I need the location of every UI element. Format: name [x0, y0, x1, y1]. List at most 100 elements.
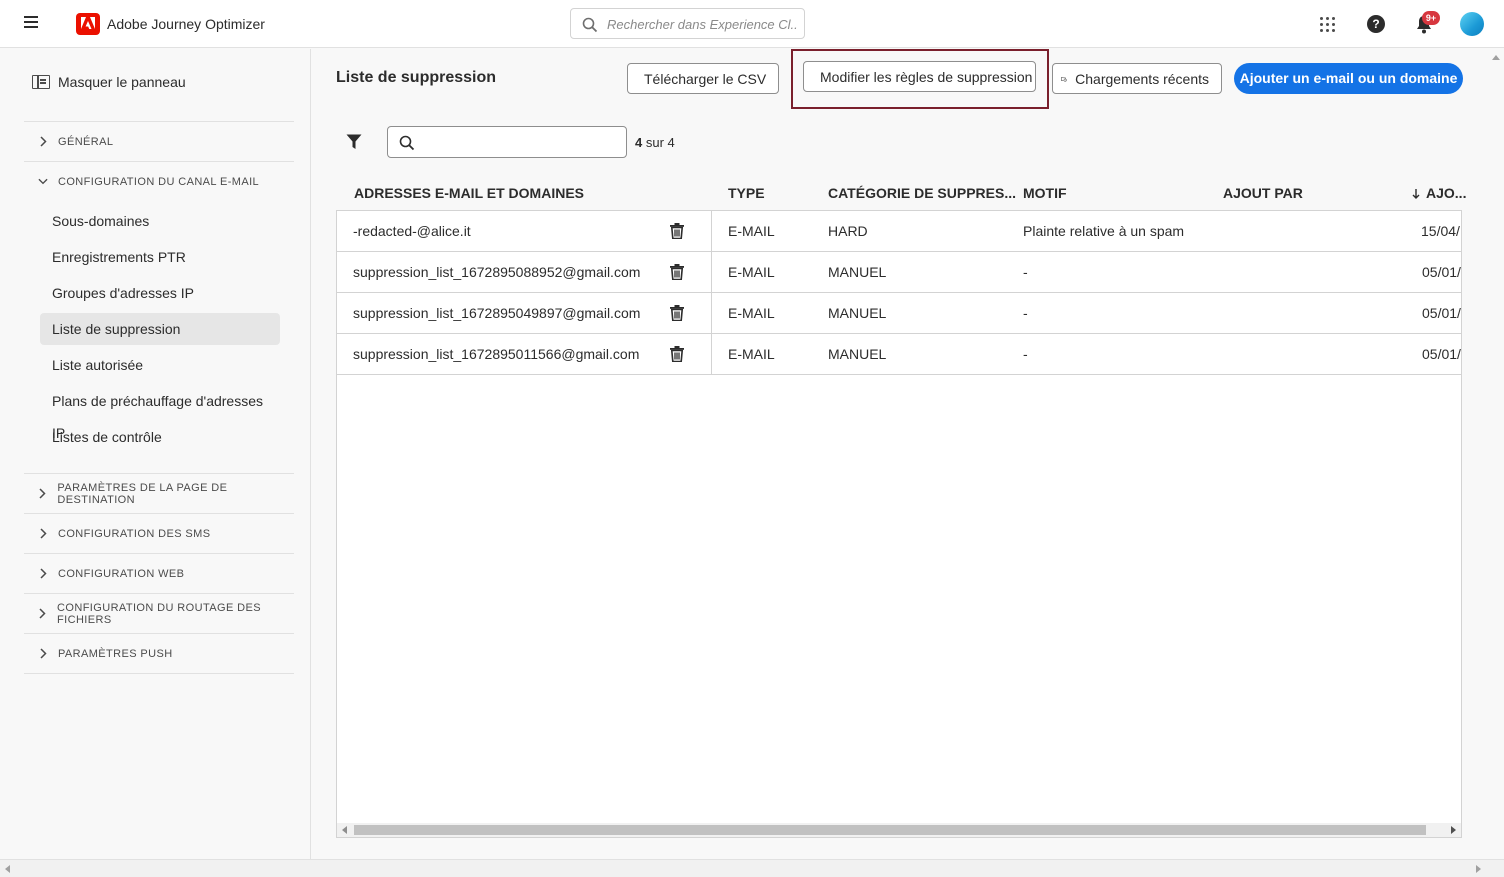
cell-added-on: 15/04/...: [1421, 223, 1461, 239]
section-file-routing[interactable]: CONFIGURATION DU ROUTAGE DES FICHIERS: [24, 593, 294, 633]
panel-icon: [32, 75, 50, 89]
sidebar-item-ip-warmup-plans[interactable]: Plans de préchauffage d'adresses IP: [40, 385, 280, 441]
main-content: Liste de suppression Télécharger le CSV …: [312, 49, 1488, 859]
cell-category: MANUEL: [828, 264, 887, 280]
horizontal-scrollbar[interactable]: [337, 823, 1461, 837]
notification-badge: 9+: [1422, 11, 1440, 25]
divider: [24, 673, 294, 674]
delete-icon[interactable]: [670, 305, 684, 321]
edit-suppression-rules-label: Modifier les règles de suppression: [820, 68, 1033, 85]
column-header-added-by[interactable]: AJOUT PAR: [1223, 185, 1303, 201]
suppression-table: -redacted-@alice.it E-MAIL HARD Plainte …: [336, 210, 1462, 838]
section-email-channel[interactable]: CONFIGURATION DU CANAL E-MAIL: [24, 161, 294, 201]
scrollbar-thumb[interactable]: [354, 825, 1426, 835]
column-header-type[interactable]: TYPE: [728, 185, 765, 201]
global-search[interactable]: [570, 8, 805, 39]
table-header: ADRESSES E-MAIL ET DOMAINES TYPE CATÉGOR…: [336, 177, 1466, 209]
add-email-or-domain-button[interactable]: Ajouter un e-mail ou un domaine: [1234, 63, 1463, 94]
cell-added-on: 05/01/...: [1422, 264, 1461, 280]
section-label: PARAMÈTRES PUSH: [58, 647, 173, 660]
edit-suppression-rules-button[interactable]: Modifier les règles de suppression: [803, 61, 1036, 92]
cell-type: E-MAIL: [728, 305, 775, 321]
chevron-down-icon: [38, 178, 48, 185]
filter-icon[interactable]: [346, 134, 362, 150]
delete-icon[interactable]: [670, 264, 684, 280]
sidebar-item-ip-pools[interactable]: Groupes d'adresses IP: [40, 277, 280, 309]
scroll-left-arrow-icon[interactable]: [5, 865, 10, 873]
search-icon: [399, 135, 415, 151]
cell-address: -redacted-@alice.it: [353, 223, 471, 239]
scroll-right-arrow-icon[interactable]: [1451, 826, 1456, 834]
hide-panel-label: Masquer le panneau: [58, 74, 186, 90]
download-csv-label: Télécharger le CSV: [644, 70, 767, 87]
cell-reason: -: [1023, 264, 1028, 280]
section-label: CONFIGURATION DES SMS: [58, 527, 211, 540]
cell-reason: -: [1023, 305, 1028, 321]
top-bar: Adobe Journey Optimizer ? 9+: [0, 0, 1504, 48]
scroll-left-arrow-icon[interactable]: [342, 826, 347, 834]
table-row[interactable]: -redacted-@alice.it E-MAIL HARD Plainte …: [337, 211, 1461, 252]
folder-clock-icon: [1061, 76, 1067, 82]
column-header-reason[interactable]: MOTIF: [1023, 185, 1067, 201]
sidebar-item-suppression-list[interactable]: Liste de suppression: [40, 313, 280, 345]
section-web[interactable]: CONFIGURATION WEB: [24, 553, 294, 593]
apps-grid-icon[interactable]: [1319, 16, 1335, 32]
sidebar-item-ptr-records[interactable]: Enregistrements PTR: [40, 241, 280, 273]
vertical-scrollbar[interactable]: [1488, 49, 1504, 869]
cell-category: MANUEL: [828, 346, 887, 362]
sort-arrow-down-icon: [1412, 189, 1420, 199]
section-label: CONFIGURATION DU ROUTAGE DES FICHIERS: [57, 601, 261, 626]
scroll-up-arrow-icon[interactable]: [1492, 55, 1500, 60]
chevron-right-icon: [38, 648, 48, 659]
download-csv-button[interactable]: Télécharger le CSV: [627, 63, 779, 94]
adobe-logo-icon[interactable]: [76, 13, 100, 35]
column-header-added-on[interactable]: AJO...: [1412, 185, 1466, 201]
chevron-right-icon: [38, 488, 47, 499]
sidebar-item-seed-lists[interactable]: Listes de contrôle: [40, 421, 280, 453]
page-title: Liste de suppression: [336, 69, 497, 86]
page-horizontal-scrollbar[interactable]: [0, 859, 1504, 877]
delete-icon[interactable]: [670, 346, 684, 362]
cell-type: E-MAIL: [728, 264, 775, 280]
table-search[interactable]: [387, 126, 627, 158]
cell-category: MANUEL: [828, 305, 887, 321]
avatar[interactable]: [1460, 12, 1484, 36]
chevron-right-icon: [38, 528, 48, 539]
section-push[interactable]: PARAMÈTRES PUSH: [24, 633, 294, 673]
global-search-input[interactable]: [607, 14, 797, 34]
section-label: GÉNÉRAL: [58, 135, 114, 148]
sidebar-item-allowed-list[interactable]: Liste autorisée: [40, 349, 280, 381]
cell-address: suppression_list_1672895049897@gmail.com: [353, 305, 641, 321]
cell-added-on: 05/01/...: [1422, 305, 1461, 321]
help-icon[interactable]: ?: [1367, 15, 1385, 33]
sidebar-item-subdomains[interactable]: Sous-domaines: [40, 205, 280, 237]
hide-panel-button[interactable]: Masquer le panneau: [32, 73, 186, 91]
app-title: Adobe Journey Optimizer: [107, 16, 265, 32]
table-row[interactable]: suppression_list_1672895011566@gmail.com…: [337, 334, 1461, 375]
table-search-input[interactable]: [422, 133, 617, 153]
section-sms[interactable]: CONFIGURATION DES SMS: [24, 513, 294, 553]
cell-address: suppression_list_1672895011566@gmail.com: [353, 346, 640, 362]
cell-type: E-MAIL: [728, 223, 775, 239]
recent-uploads-label: Chargements récents: [1075, 70, 1209, 87]
chevron-right-icon: [38, 568, 48, 579]
left-panel: Masquer le panneau GÉNÉRAL CONFIGURATION…: [0, 49, 311, 859]
section-label: PARAMÈTRES DE LA PAGE DE DESTINATION: [57, 481, 228, 506]
section-general[interactable]: GÉNÉRAL: [24, 121, 294, 161]
result-count: 4 sur 4: [635, 135, 675, 150]
column-header-address[interactable]: ADRESSES E-MAIL ET DOMAINES: [354, 185, 584, 201]
column-header-category[interactable]: CATÉGORIE DE SUPPRES...: [828, 185, 1016, 201]
recent-uploads-button[interactable]: Chargements récents: [1052, 63, 1222, 94]
section-landing-page[interactable]: PARAMÈTRES DE LA PAGE DE DESTINATION: [24, 473, 294, 513]
table-row[interactable]: suppression_list_1672895049897@gmail.com…: [337, 293, 1461, 334]
menu-icon[interactable]: [24, 16, 40, 30]
cell-category: HARD: [828, 223, 868, 239]
cell-reason: -: [1023, 346, 1028, 362]
delete-icon[interactable]: [670, 223, 684, 239]
cell-reason: Plainte relative à un spam: [1023, 223, 1185, 239]
scroll-right-arrow-icon[interactable]: [1476, 865, 1481, 873]
chevron-right-icon: [38, 136, 48, 147]
result-count-suffix: sur 4: [645, 135, 675, 150]
table-row[interactable]: suppression_list_1672895088952@gmail.com…: [337, 252, 1461, 293]
search-icon: [582, 17, 598, 33]
